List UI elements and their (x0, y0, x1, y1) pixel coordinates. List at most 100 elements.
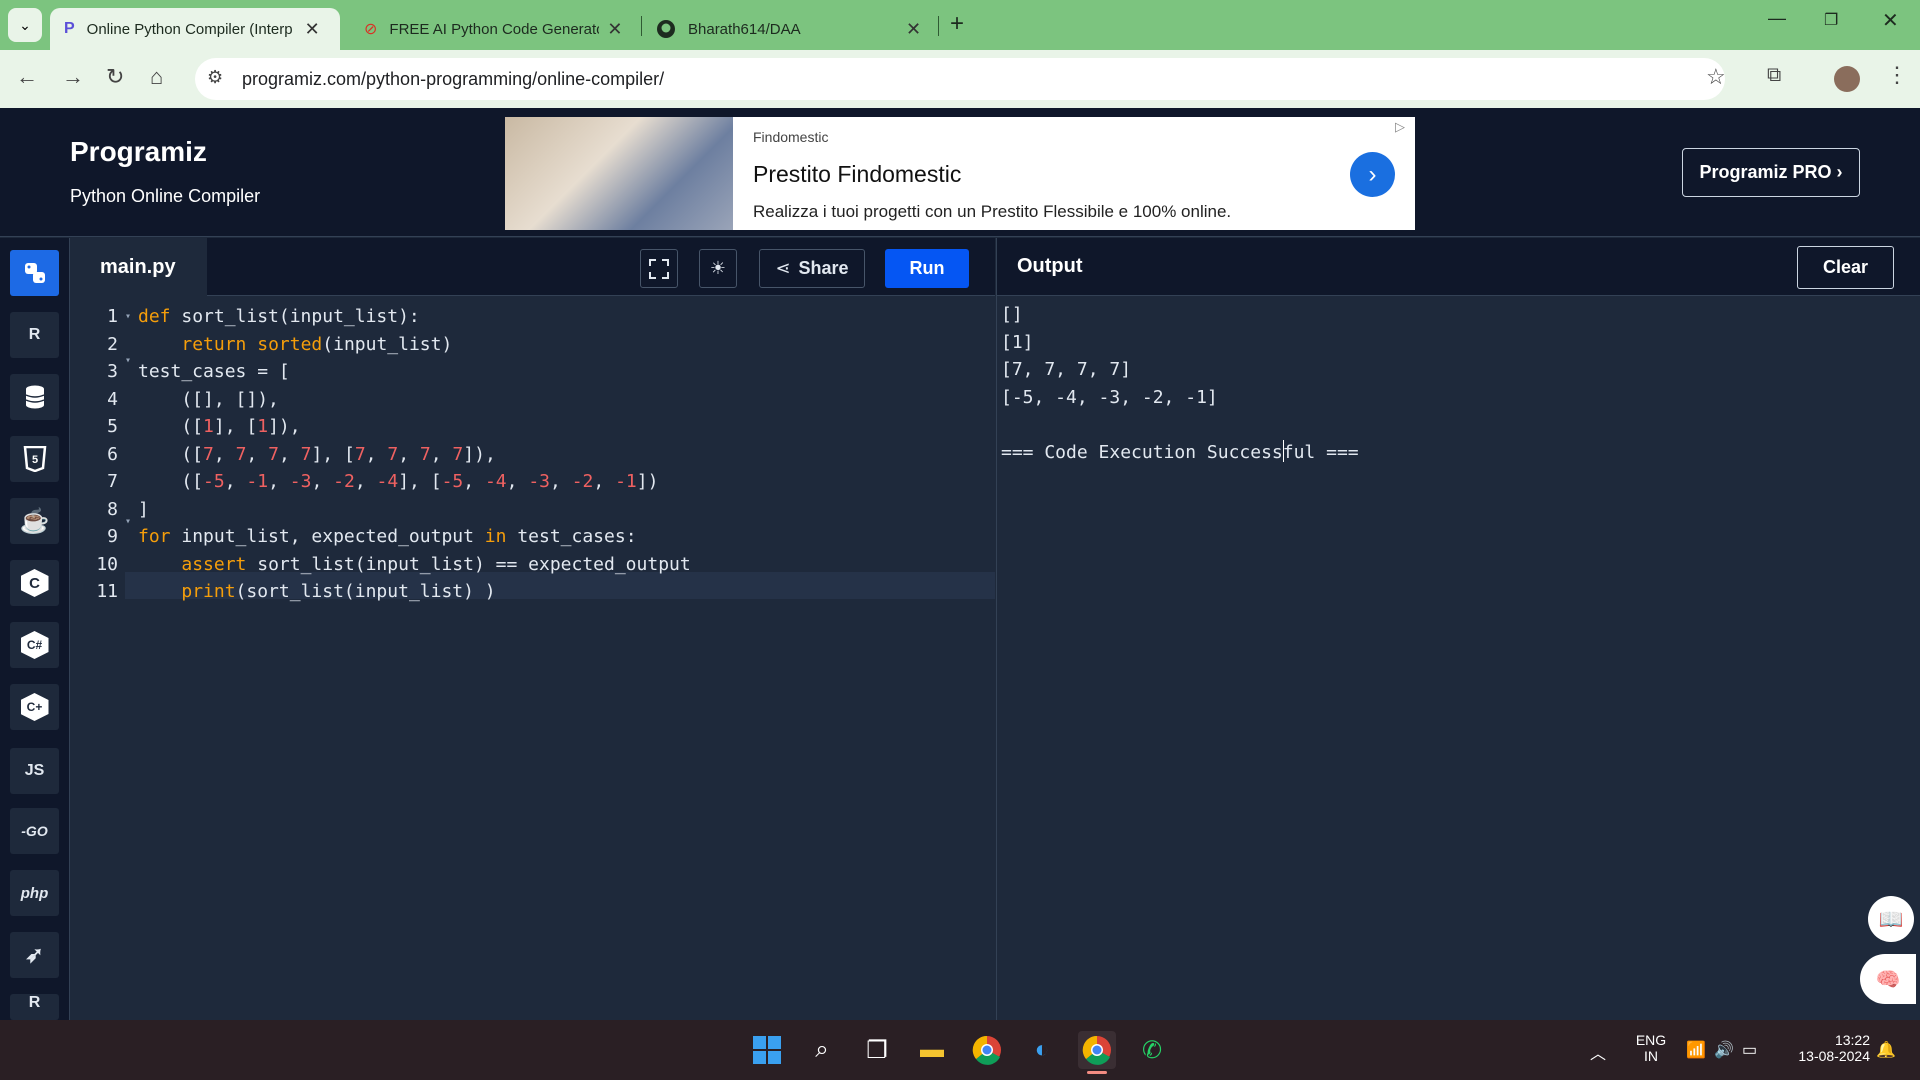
search-icon[interactable]: ⌕ (803, 1031, 841, 1069)
tray-chevron-icon[interactable]: ︿ (1590, 1040, 1606, 1064)
share-label: Share (798, 258, 849, 278)
code-line: ([1], [1]), (138, 416, 301, 437)
rust-icon[interactable]: R (10, 994, 59, 1020)
line-number: 2 (107, 333, 118, 355)
code-editor[interactable]: 1 2 3 4 5 6 7 8 9 10 11 def sort_list(input_list):… (70, 296, 995, 1020)
ad-advertiser: Findomestic (753, 129, 829, 145)
tab-programiz[interactable]: P Online Python Compiler (Interp ✕ (50, 8, 340, 50)
bookmark-star-icon[interactable]: ☆ (1706, 64, 1726, 90)
output-line: [] (1001, 304, 1023, 325)
file-tab[interactable]: main.py (70, 238, 207, 296)
close-icon[interactable]: ✕ (305, 19, 320, 40)
chrome-active-icon[interactable] (1078, 1031, 1116, 1069)
fullscreen-icon (649, 258, 669, 279)
fullscreen-button[interactable] (640, 249, 678, 288)
html5-icon[interactable]: 5 (10, 436, 59, 482)
svg-text:5: 5 (31, 454, 37, 466)
close-icon[interactable]: ✕ (906, 19, 921, 40)
output-line: [1] (1001, 331, 1034, 353)
minimize-button[interactable]: — (1768, 8, 1786, 29)
line-number: 8 (107, 498, 118, 520)
fold-icon[interactable]: ▾ (125, 516, 131, 527)
run-button[interactable]: Run (885, 249, 969, 288)
task-view-icon[interactable]: ❐ (858, 1031, 896, 1069)
tab-search-button[interactable]: ⌄ (8, 8, 42, 42)
clear-button[interactable]: Clear (1797, 246, 1894, 289)
tab-title: FREE AI Python Code Generator (389, 20, 600, 38)
line-number: 10 (96, 553, 118, 575)
extensions-icon[interactable]: ⧉ (1767, 64, 1781, 87)
database-icon[interactable] (10, 374, 59, 420)
profile-avatar[interactable] (1834, 66, 1860, 92)
notification-bell-icon[interactable]: 🔔 (1876, 1040, 1896, 1060)
python-icon[interactable] (10, 250, 59, 296)
github-icon (657, 20, 675, 38)
output-toolbar (996, 238, 1920, 296)
share-button[interactable]: ⋖ Share (759, 249, 865, 288)
ai-assistant-icon[interactable]: 🧠 (1860, 954, 1916, 1004)
line-number: 3 (107, 361, 118, 382)
output-line: === Code Execution Successful === (1001, 441, 1359, 463)
home-button[interactable]: ⌂ (150, 64, 163, 90)
swift-icon[interactable]: ➶ (10, 932, 59, 978)
cpp-icon[interactable]: C+ (10, 684, 59, 730)
windows-start-icon[interactable] (748, 1031, 786, 1069)
tab-codeconvert[interactable]: ⊘ FREE AI Python Code Generator ✕ (350, 8, 640, 50)
ad-banner[interactable]: Findomestic Prestito Findomestic Realizz… (505, 117, 1415, 230)
window-close-button[interactable]: ✕ (1882, 8, 1899, 33)
code-line: def sort_list(input_list): (138, 306, 420, 327)
clock[interactable]: 13:22 13-08-2024 (1780, 1032, 1870, 1064)
wifi-icon[interactable]: 📶 (1686, 1040, 1706, 1060)
windows-taskbar (0, 1020, 1920, 1080)
edge-icon[interactable]: ◐ (1023, 1031, 1061, 1069)
battery-icon[interactable]: ▭ (1742, 1040, 1757, 1060)
site-info-icon[interactable]: ⚙ (207, 67, 223, 88)
forward-button[interactable]: → (62, 64, 84, 90)
line-number: 6 (107, 443, 118, 465)
output-line: [-5, -4, -3, -2, -1] (1001, 386, 1218, 408)
line-number: 1 (107, 306, 118, 327)
java-icon[interactable]: ☕ (10, 498, 59, 544)
programiz-logo[interactable]: Programiz (70, 136, 207, 168)
programiz-pro-button[interactable]: Programiz PRO › (1682, 148, 1860, 197)
chrome-icon[interactable] (968, 1031, 1006, 1069)
url-text[interactable]: programiz.com/python-programming/online-… (242, 69, 664, 90)
csharp-icon[interactable]: C# (10, 622, 59, 668)
fold-icon[interactable]: ▾ (125, 311, 131, 322)
new-tab-button[interactable]: + (950, 10, 964, 38)
theme-toggle-button[interactable]: ☀ (699, 249, 737, 288)
ad-title: Prestito Findomestic (753, 161, 962, 187)
go-icon[interactable]: -GO (10, 808, 59, 854)
php-icon[interactable]: php (10, 870, 59, 916)
close-icon[interactable]: ✕ (607, 19, 622, 40)
code-line: ([7, 7, 7, 7], [7, 7, 7, 7]), (138, 443, 496, 465)
js-icon[interactable]: JS (10, 748, 59, 794)
code-line: print(sort_list(input_list) ) (181, 581, 496, 602)
whatsapp-icon[interactable]: ✆ (1133, 1031, 1171, 1069)
output-console[interactable]: [] [1] [7, 7, 7, 7] [-5, -4, -3, -2, -1] ===… (996, 296, 1920, 1020)
line-number: 4 (107, 388, 118, 410)
ad-image (505, 117, 733, 230)
compiler-subtitle: Python Online Compiler (70, 186, 261, 206)
tab-title: Online Python Compiler (Interp (86, 20, 293, 38)
adchoices-icon[interactable]: ▷ (1395, 119, 1405, 135)
tab-title: Bharath614/DAA (688, 20, 801, 38)
active-app-indicator (1087, 1071, 1107, 1074)
restore-button[interactable]: ❐ (1824, 10, 1838, 30)
language-indicator[interactable]: ENG IN (1633, 1032, 1669, 1064)
sun-icon: ☀ (709, 258, 727, 278)
volume-icon[interactable]: 🔊 (1714, 1040, 1734, 1060)
programiz-favicon-icon: P (64, 20, 75, 37)
reader-mode-icon[interactable]: 📖 (1868, 896, 1914, 942)
code-line: for input_list, expected_output in test_… (138, 526, 637, 547)
file-explorer-icon[interactable]: ▬ (913, 1031, 951, 1069)
reload-button[interactable]: ↻ (106, 64, 124, 90)
line-number: 7 (107, 471, 118, 492)
fold-icon[interactable]: ▾ (125, 355, 131, 366)
r-icon[interactable]: R (10, 312, 59, 358)
c-icon[interactable]: C (10, 560, 59, 606)
tab-github[interactable]: Bharath614/DAA ✕ (650, 8, 940, 50)
back-button[interactable]: ← (16, 64, 38, 90)
menu-kebab-icon[interactable]: ⋮ (1886, 62, 1908, 88)
ad-arrow-button[interactable]: › (1350, 152, 1395, 197)
